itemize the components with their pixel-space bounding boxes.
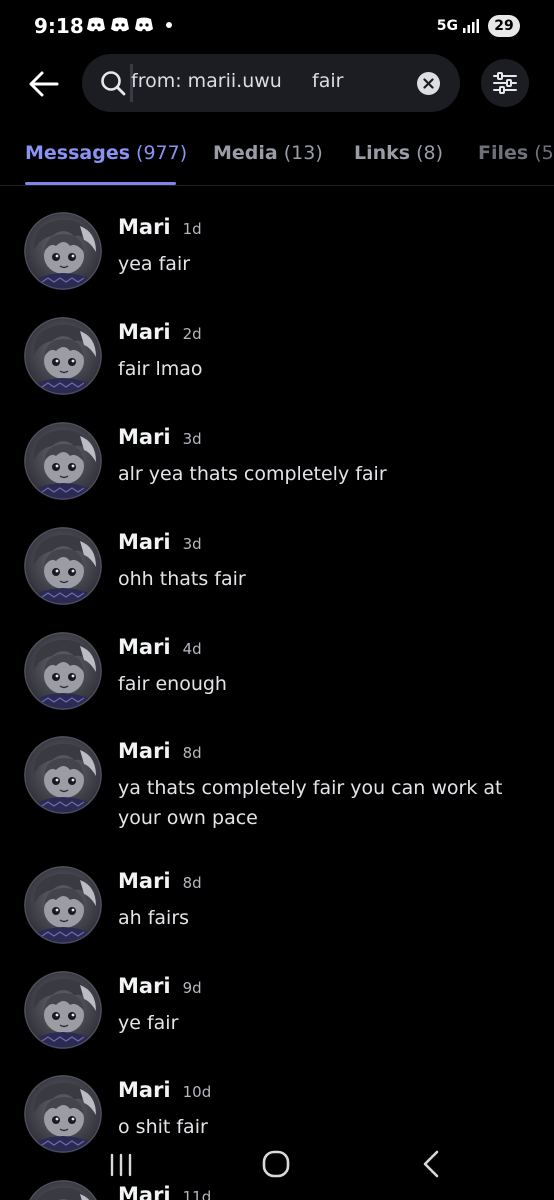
- message-timestamp: 3d: [182, 430, 202, 448]
- avatar[interactable]: [24, 317, 102, 395]
- discord-notification-icon: [87, 17, 105, 32]
- tab-label: Links: [354, 142, 411, 164]
- tab-files[interactable]: Files (5: [478, 142, 554, 164]
- message-text: ah fairs: [118, 907, 190, 929]
- search-results-list[interactable]: Mari 1d yea fair Mari 2d fair lmao Mari …: [0, 190, 554, 1200]
- status-bar: 9:18 5G 29: [0, 0, 554, 54]
- discord-notification-icon: [111, 17, 129, 32]
- avatar[interactable]: [24, 422, 102, 500]
- discord-notification-icon: [135, 17, 153, 32]
- avatar[interactable]: [24, 736, 102, 814]
- arrow-left-icon: [29, 71, 59, 97]
- search-bar[interactable]: from: marii.uwu fair: [82, 54, 460, 112]
- message-text: ye fair: [118, 1012, 179, 1034]
- avatar[interactable]: [24, 866, 102, 944]
- message-text: fair enough: [118, 673, 227, 695]
- message-text: ohh thats fair: [118, 568, 246, 590]
- avatar[interactable]: [24, 212, 102, 290]
- clear-search-button[interactable]: [417, 72, 440, 95]
- tab-count: (5: [534, 142, 554, 164]
- tab-links[interactable]: Links (8): [354, 142, 443, 164]
- more-notifications-dot: [166, 22, 172, 28]
- author-name[interactable]: Mari: [118, 1078, 171, 1102]
- filter-button[interactable]: [481, 59, 529, 107]
- tab-label: Media: [213, 142, 278, 164]
- chevron-left-icon[interactable]: [420, 1150, 442, 1178]
- tab-count: (977): [136, 142, 188, 164]
- message-text: fair lmao: [118, 358, 203, 380]
- search-icon: [101, 71, 126, 96]
- message-timestamp: 8d: [182, 874, 202, 892]
- author-name[interactable]: Mari: [118, 530, 171, 554]
- message-timestamp: 2d: [182, 325, 202, 343]
- search-input[interactable]: from: marii.uwu fair: [131, 70, 343, 92]
- message-text: yea fair: [118, 253, 191, 275]
- battery-indicator: 29: [488, 15, 520, 37]
- notification-icons: [86, 16, 172, 34]
- status-time: 9:18: [34, 14, 84, 38]
- avatar-image: [24, 317, 102, 395]
- avatar-image: [24, 422, 102, 500]
- tab-count: (8): [416, 142, 444, 164]
- avatar-image: [24, 736, 102, 814]
- author-name[interactable]: Mari: [118, 320, 171, 344]
- system-nav-bar: [0, 1136, 554, 1200]
- signal-icon: [463, 19, 479, 33]
- tab-label: Files: [478, 142, 529, 164]
- tab-media[interactable]: Media (13): [213, 142, 323, 164]
- message-timestamp: 9d: [182, 979, 202, 997]
- avatar[interactable]: [24, 971, 102, 1049]
- message-timestamp: 1d: [182, 220, 202, 238]
- search-tabs: Messages (977) Media (13) Links (8) Files (5: [0, 128, 554, 186]
- network-type: 5G: [436, 18, 458, 34]
- avatar[interactable]: [24, 632, 102, 710]
- avatar-image: [24, 632, 102, 710]
- message-text: ya thats completely fair you can work at…: [118, 777, 503, 829]
- author-name[interactable]: Mari: [118, 974, 171, 998]
- sliders-icon: [493, 72, 517, 94]
- back-button[interactable]: [22, 62, 66, 106]
- tab-count: (13): [283, 142, 323, 164]
- message-timestamp: 3d: [182, 535, 202, 553]
- message-text: alr yea thats completely fair: [118, 463, 387, 485]
- avatar-image: [24, 866, 102, 944]
- message-timestamp: 10d: [182, 1083, 212, 1101]
- tab-messages[interactable]: Messages (977): [25, 142, 187, 164]
- recents-icon[interactable]: [108, 1152, 134, 1178]
- status-indicators: 5G 29: [437, 15, 520, 37]
- avatar[interactable]: [24, 527, 102, 605]
- author-name[interactable]: Mari: [118, 425, 171, 449]
- avatar-image: [24, 971, 102, 1049]
- message-timestamp: 8d: [182, 744, 202, 762]
- home-icon[interactable]: [262, 1150, 290, 1178]
- active-tab-indicator: [25, 182, 176, 185]
- avatar-image: [24, 212, 102, 290]
- author-name[interactable]: Mari: [118, 739, 171, 763]
- message-timestamp: 4d: [182, 640, 202, 658]
- author-name[interactable]: Mari: [118, 215, 171, 239]
- app-screen: 9:18 5G 29 from: marii.uwu fair Messages…: [0, 0, 554, 1200]
- tab-label: Messages: [25, 142, 131, 164]
- close-icon: [423, 78, 434, 89]
- avatar-image: [24, 527, 102, 605]
- author-name[interactable]: Mari: [118, 635, 171, 659]
- author-name[interactable]: Mari: [118, 869, 171, 893]
